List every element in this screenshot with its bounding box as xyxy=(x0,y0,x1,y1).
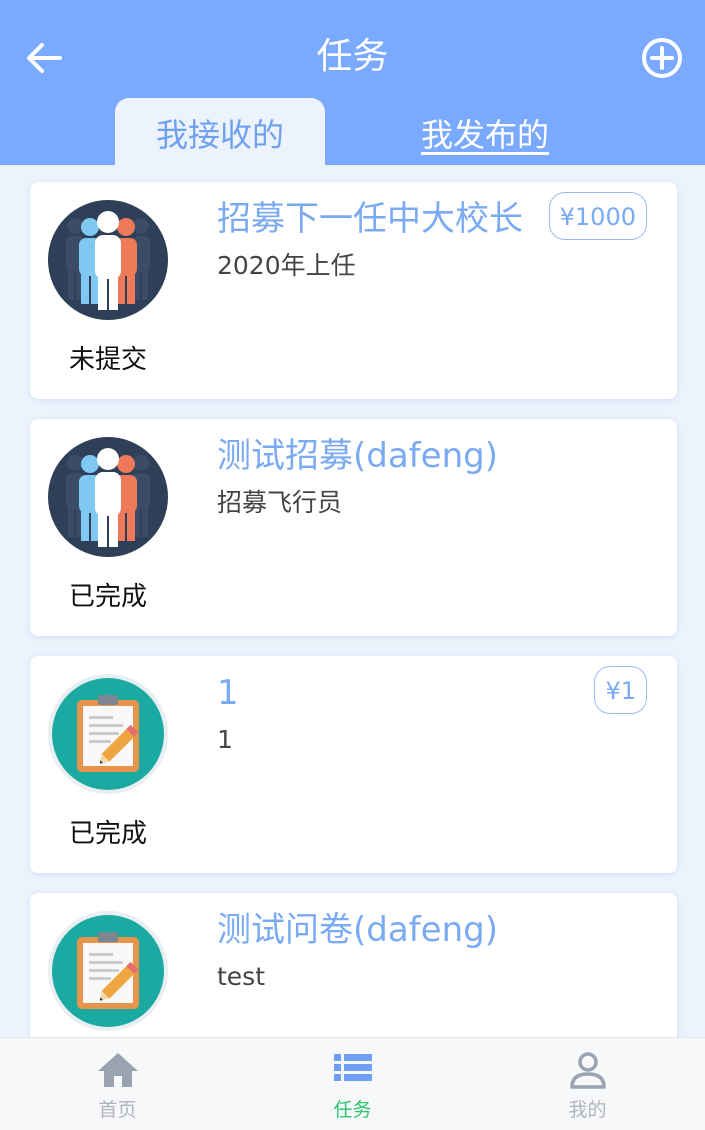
task-description: 2020年上任 xyxy=(217,251,356,280)
nav-profile-label: 我的 xyxy=(568,1099,607,1121)
task-card[interactable]: 未提交 招募下一任中大校长 2020年上任 ¥1000 xyxy=(30,182,677,399)
home-icon xyxy=(98,1053,138,1087)
task-title: 测试招募(dafeng) xyxy=(217,436,498,476)
task-card[interactable]: 已完成 1 1 ¥1 xyxy=(30,656,677,873)
user-icon xyxy=(570,1052,606,1089)
task-status: 已完成 xyxy=(68,819,147,849)
plus-circle-icon[interactable] xyxy=(640,36,684,80)
task-card[interactable]: 测试问卷(dafeng) test xyxy=(30,893,677,1037)
clipboard-pencil-icon xyxy=(48,674,168,794)
task-title: 招募下一任中大校长 xyxy=(217,199,523,239)
price-badge: ¥1 xyxy=(594,666,647,714)
task-status: 已完成 xyxy=(68,582,147,612)
nav-home-label: 首页 xyxy=(98,1099,137,1121)
task-description: 招募飞行员 xyxy=(217,488,343,517)
price-badge: ¥1000 xyxy=(548,192,647,240)
task-card[interactable]: 已完成 测试招募(dafeng) 招募飞行员 xyxy=(30,419,677,636)
nav-home[interactable]: 首页 xyxy=(0,1038,235,1130)
tab-received[interactable]: 我接收的 xyxy=(115,98,325,165)
list-icon xyxy=(334,1054,372,1081)
task-list: 未提交 招募下一任中大校长 2020年上任 ¥1000 已完成 测试招募(daf… xyxy=(0,165,705,1037)
task-title: 测试问卷(dafeng) xyxy=(217,910,498,950)
nav-tasks-label: 任务 xyxy=(333,1099,372,1121)
task-description: test xyxy=(217,962,266,991)
task-title: 1 xyxy=(217,673,239,713)
clipboard-pencil-icon xyxy=(48,911,168,1031)
bottom-nav: 首页 任务 我的 xyxy=(0,1037,705,1130)
people-group-icon xyxy=(48,200,168,320)
people-group-icon xyxy=(48,437,168,557)
header-bar: 任务 我接收的 我发布的 xyxy=(0,0,705,165)
task-status: 未提交 xyxy=(68,345,147,375)
nav-profile[interactable]: 我的 xyxy=(470,1038,705,1130)
tab-published[interactable]: 我发布的 xyxy=(390,98,580,165)
task-description: 1 xyxy=(217,725,233,754)
nav-tasks[interactable]: 任务 xyxy=(235,1038,470,1130)
page-title: 任务 xyxy=(316,36,389,77)
